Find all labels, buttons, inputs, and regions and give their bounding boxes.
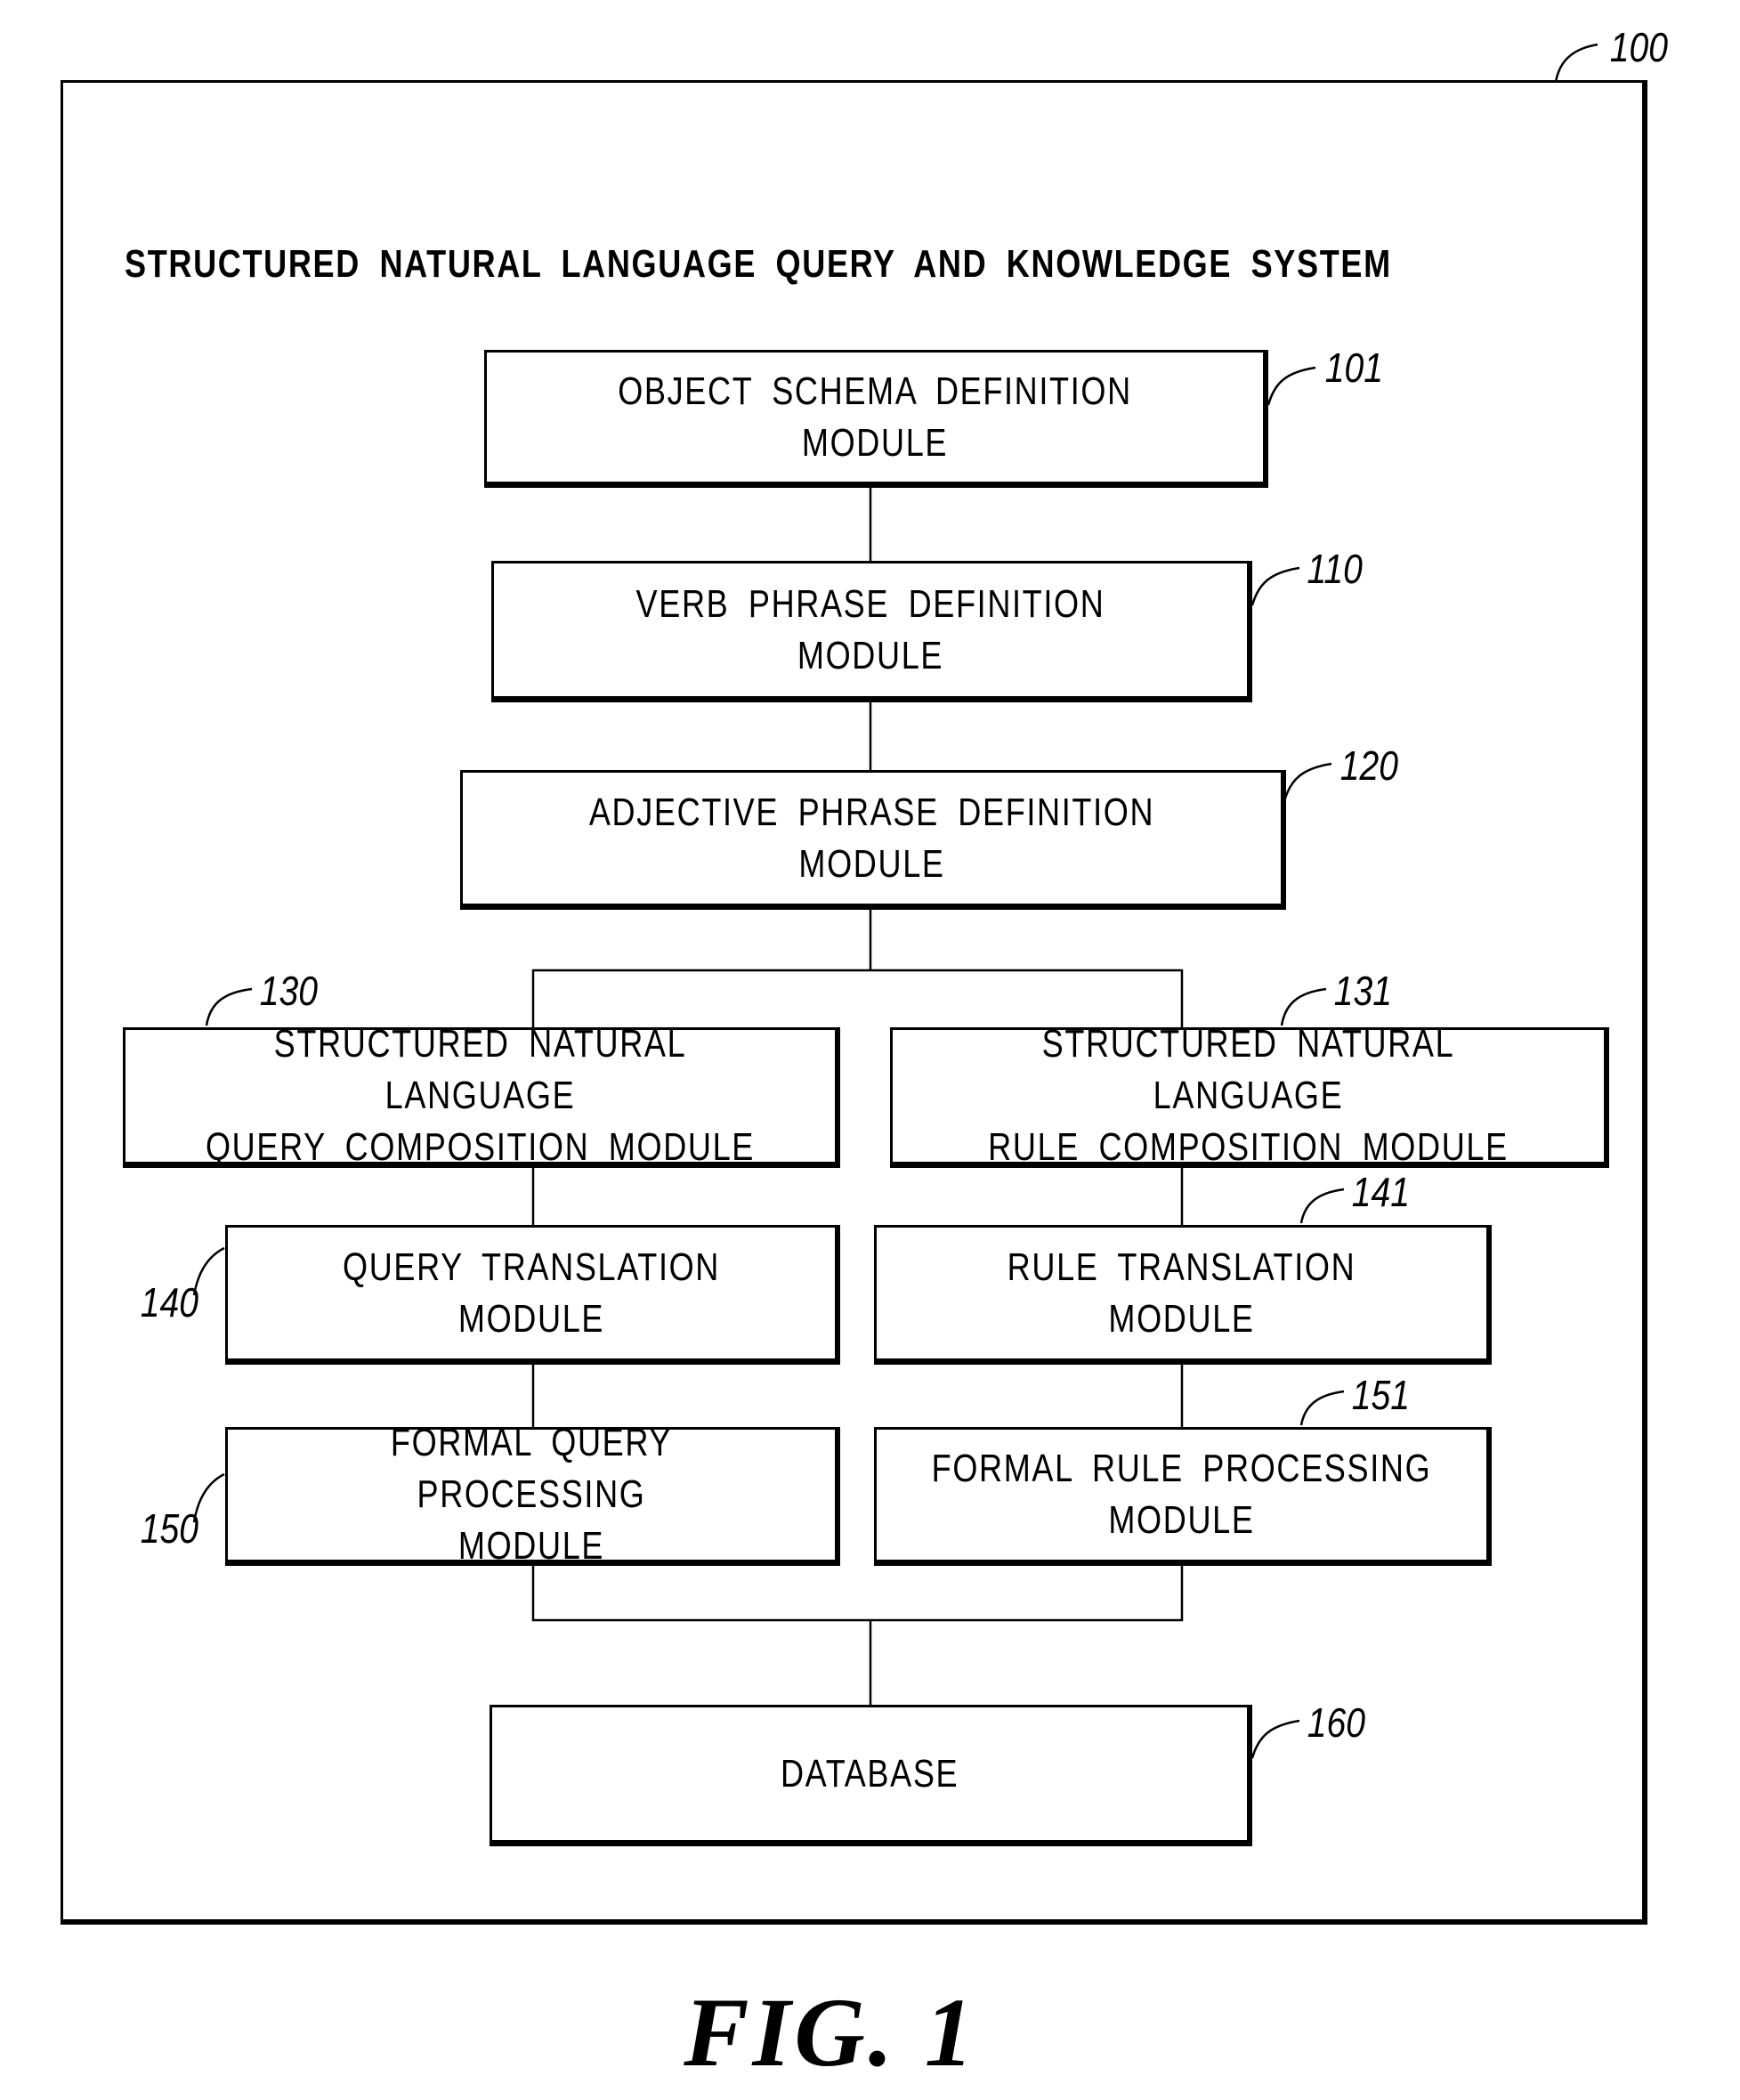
leader-100 (1554, 43, 1598, 83)
module-label: FORMAL RULE PROCESSING MODULE (931, 1447, 1432, 1542)
ref-120: 120 (1339, 742, 1398, 789)
module-label: FORMAL QUERY PROCESSING MODULE (390, 1421, 673, 1568)
system-title: STRUCTURED NATURAL LANGUAGE QUERY AND KN… (125, 242, 1392, 286)
module-label: VERB PHRASE DEFINITION MODULE (635, 581, 1105, 677)
module-query-translation: QUERY TRANSLATION MODULE (225, 1225, 840, 1365)
module-label: OBJECT SCHEMA DEFINITION MODULE (618, 369, 1132, 465)
ref-100: 100 (1609, 24, 1668, 70)
ref-110: 110 (1307, 546, 1363, 592)
module-verb-phrase: VERB PHRASE DEFINITION MODULE (491, 561, 1252, 702)
ref-150: 150 (140, 1505, 198, 1552)
module-rule-translation: RULE TRANSLATION MODULE (874, 1225, 1492, 1365)
module-label: DATABASE (780, 1751, 959, 1796)
module-rule-composition: STRUCTURED NATURAL LANGUAGE RULE COMPOSI… (890, 1022, 1609, 1169)
ref-140: 140 (140, 1279, 198, 1326)
ref-101: 101 (1324, 345, 1383, 391)
module-query-composition: STRUCTURED NATURAL LANGUAGE QUERY COMPOS… (123, 1022, 840, 1169)
ref-130: 130 (259, 968, 318, 1014)
module-label: ADJECTIVE PHRASE DEFINITION MODULE (588, 790, 1155, 886)
module-label: STRUCTURED NATURAL LANGUAGE RULE COMPOSI… (988, 1022, 1509, 1169)
module-formal-query-processing: FORMAL QUERY PROCESSING MODULE (225, 1421, 840, 1568)
module-adjective-phrase: ADJECTIVE PHRASE DEFINITION MODULE (460, 770, 1286, 910)
ref-141: 141 (1351, 1169, 1410, 1215)
ref-160: 160 (1307, 1699, 1365, 1746)
module-label: STRUCTURED NATURAL LANGUAGE QUERY COMPOS… (205, 1022, 756, 1169)
ref-151: 151 (1351, 1372, 1410, 1418)
module-label: QUERY TRANSLATION MODULE (342, 1245, 721, 1341)
module-object-schema: OBJECT SCHEMA DEFINITION MODULE (484, 350, 1268, 488)
ref-131: 131 (1333, 968, 1392, 1014)
module-label: RULE TRANSLATION MODULE (1007, 1245, 1356, 1341)
figure-caption: FIG. 1 (684, 1978, 977, 2087)
module-database: DATABASE (490, 1705, 1252, 1846)
module-formal-rule-processing: FORMAL RULE PROCESSING MODULE (874, 1427, 1492, 1566)
